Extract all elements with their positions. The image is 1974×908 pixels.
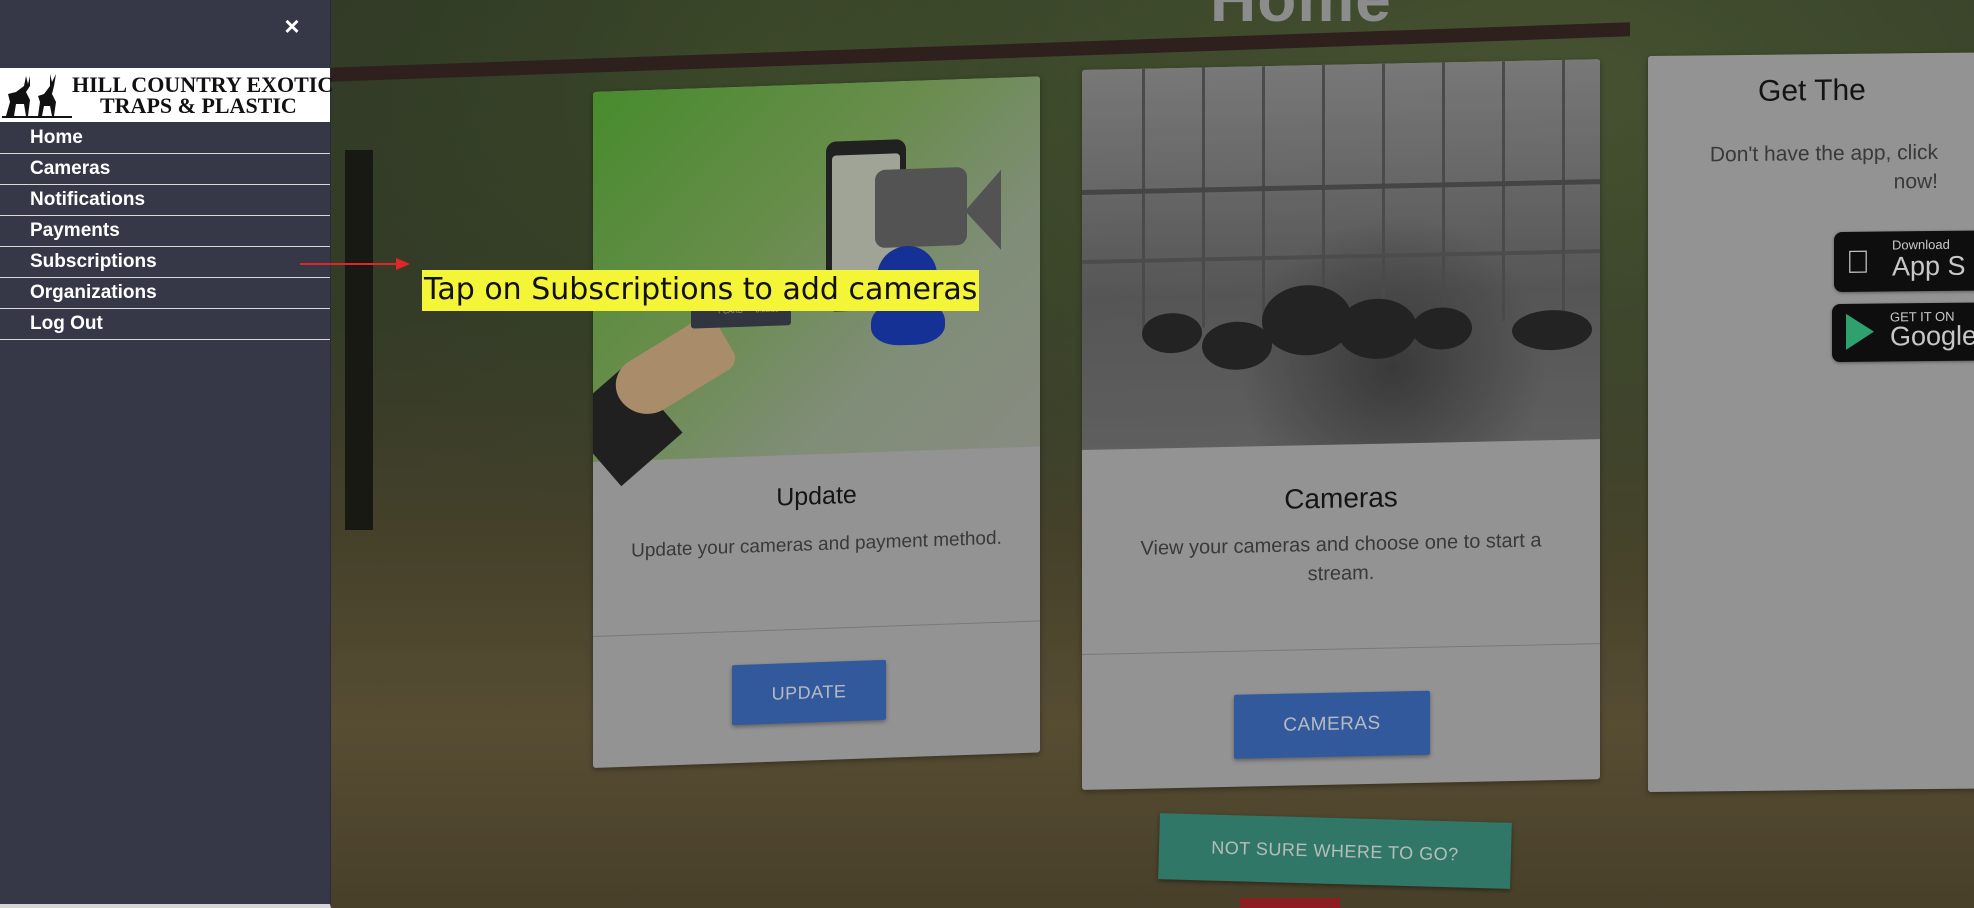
logo-text-line2: TRAPS & PLASTIC bbox=[100, 93, 297, 118]
company-logo: HILL COUNTRY EXOTIC TRAPS & PLASTIC bbox=[0, 68, 333, 122]
menu-item-notifications[interactable]: Notifications bbox=[0, 185, 330, 216]
menu-item-subscriptions[interactable]: Subscriptions bbox=[0, 247, 330, 278]
annotation-arrow-icon bbox=[300, 258, 410, 270]
menu-item-home[interactable]: Home bbox=[0, 123, 330, 154]
menu-item-log-out[interactable]: Log Out bbox=[0, 309, 330, 340]
menu-item-payments[interactable]: Payments bbox=[0, 216, 330, 247]
menu-item-cameras[interactable]: Cameras bbox=[0, 154, 330, 185]
close-icon[interactable]: × bbox=[280, 12, 304, 40]
menu-item-organizations[interactable]: Organizations bbox=[0, 278, 330, 309]
annotation-label: Tap on Subscriptions to add cameras bbox=[422, 270, 980, 311]
side-menu-list: Home Cameras Notifications Payments Subs… bbox=[0, 123, 330, 340]
side-menu: × HILL COUNTRY EXOTIC TRAPS & PLASTIC Ho… bbox=[0, 0, 333, 908]
deer-logo-icon bbox=[2, 74, 72, 118]
